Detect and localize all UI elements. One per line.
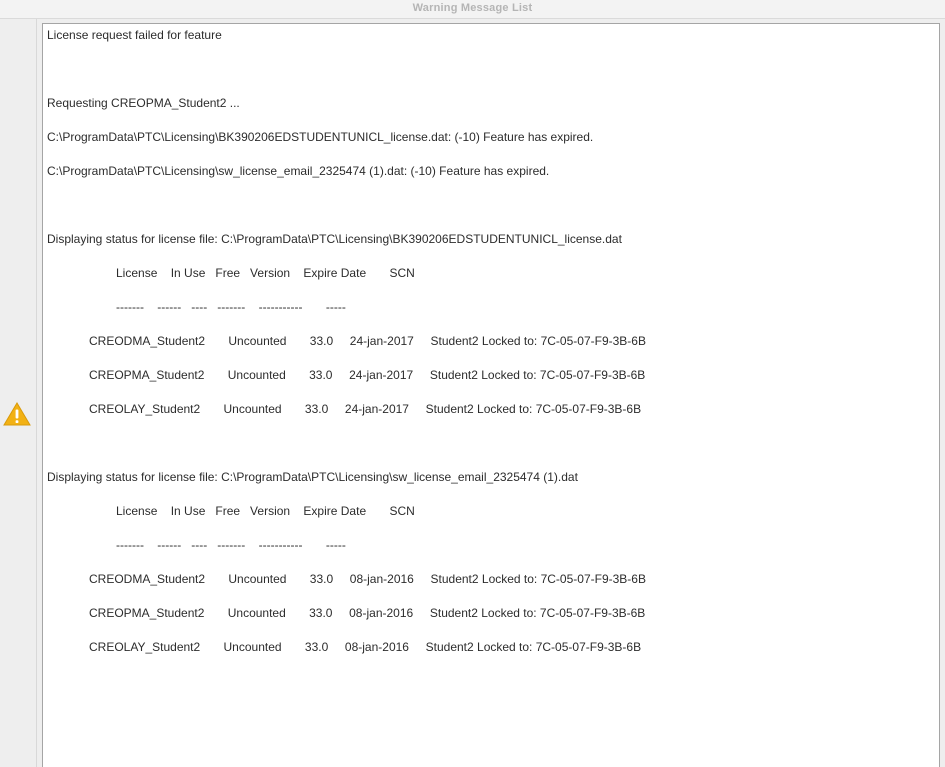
message-line: C:\ProgramData\PTC\Licensing\sw_license_… bbox=[47, 164, 550, 178]
message-list[interactable]: License request failed for feature Reque… bbox=[42, 23, 940, 767]
table-separator: ------- ------ ---- ------- ----------- … bbox=[116, 300, 346, 314]
message-line: Displaying status for license file: C:\P… bbox=[47, 470, 578, 484]
message-line: Displaying status for license file: C:\P… bbox=[47, 232, 622, 246]
table-row: CREOPMA_Student2 Uncounted 33.0 24-jan-2… bbox=[89, 368, 646, 382]
warning-icon bbox=[3, 402, 31, 426]
message-line: Requesting CREOPMA_Student2 ... bbox=[47, 96, 240, 110]
table-separator: ------- ------ ---- ------- ----------- … bbox=[116, 538, 346, 552]
table-header: License In Use Free Version Expire Date … bbox=[116, 266, 415, 280]
title-bar: Warning Message List bbox=[0, 0, 945, 19]
message-line: License request failed for feature bbox=[47, 28, 222, 42]
icon-gutter bbox=[0, 19, 37, 767]
table-row: CREODMA_Student2 Uncounted 33.0 08-jan-2… bbox=[89, 572, 646, 586]
table-row: CREOLAY_Student2 Uncounted 33.0 08-jan-2… bbox=[89, 640, 642, 654]
message-line: C:\ProgramData\PTC\Licensing\BK390206EDS… bbox=[47, 130, 594, 144]
table-row: CREOPMA_Student2 Uncounted 33.0 08-jan-2… bbox=[89, 606, 646, 620]
table-row: CREOLAY_Student2 Uncounted 33.0 24-jan-2… bbox=[89, 402, 642, 416]
table-header: License In Use Free Version Expire Date … bbox=[116, 504, 415, 518]
table-row: CREODMA_Student2 Uncounted 33.0 24-jan-2… bbox=[89, 334, 646, 348]
window-title: Warning Message List bbox=[412, 2, 533, 14]
